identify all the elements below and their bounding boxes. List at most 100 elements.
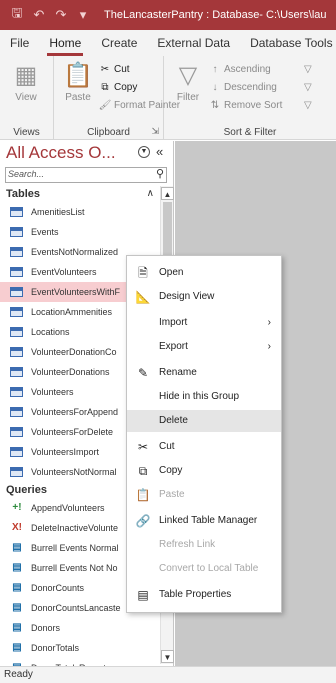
- linked-table-manager-icon: 🔗: [135, 514, 151, 528]
- nav-table-label: VolunteerDonations: [31, 367, 110, 377]
- table-icon: [10, 207, 23, 217]
- nav-query-label: Donors: [31, 623, 61, 633]
- context-menu-label: Hide in this Group: [159, 391, 240, 402]
- customize-quick-access-icon[interactable]: ▾: [72, 0, 94, 30]
- tab-database-tools[interactable]: Database Tools: [240, 32, 336, 56]
- descending-button[interactable]: ↓ Descending: [208, 80, 277, 95]
- table-properties-icon: ▤: [137, 588, 149, 602]
- nav-title[interactable]: All Access O...: [6, 143, 116, 163]
- context-menu-delete[interactable]: Delete: [127, 410, 281, 432]
- nav-table-label: VolunteersImport: [31, 447, 100, 457]
- context-menu-label: Open: [159, 267, 184, 278]
- context-menu-refresh-link[interactable]: Refresh Link: [127, 534, 281, 556]
- cut-label: Cut: [114, 64, 130, 75]
- context-menu-label: Convert to Local Table: [159, 563, 259, 574]
- tab-create[interactable]: Create: [91, 32, 147, 56]
- context-menu: 🗎 Open 📐 Design View Import › Export › ✎ Rename Hi…: [126, 255, 282, 613]
- context-menu-label: Table Properties: [159, 589, 232, 600]
- tab-external-data[interactable]: External Data: [147, 32, 240, 56]
- tab-home[interactable]: Home: [39, 32, 91, 56]
- selection-filter-icon[interactable]: ▽: [304, 62, 312, 77]
- shutter-bar-close-icon[interactable]: «: [156, 144, 163, 159]
- save-icon[interactable]: 🖫: [6, 0, 28, 30]
- context-menu-copy[interactable]: ⧉ Copy: [127, 460, 281, 482]
- context-menu-table-properties[interactable]: ▤ Table Properties: [127, 584, 281, 606]
- context-menu-label: Copy: [159, 465, 183, 476]
- nav-table-item[interactable]: AmenitiesList: [0, 202, 160, 222]
- context-menu-hide-in-this-group[interactable]: Hide in this Group: [127, 386, 281, 408]
- ascending-button[interactable]: ↑ Ascending: [208, 62, 271, 77]
- nav-table-label: VolunteersNotNormal: [31, 467, 117, 477]
- remove-sort-label: Remove Sort: [224, 100, 283, 111]
- nav-table-label: LocationAmmenities: [31, 307, 113, 317]
- table-icon: [10, 247, 23, 257]
- context-menu-paste[interactable]: 📋 Paste: [127, 484, 281, 506]
- select-query-icon: ▤: [12, 622, 22, 633]
- cut-button[interactable]: ✂ Cut: [98, 62, 130, 77]
- tab-file[interactable]: File: [0, 32, 39, 56]
- context-menu-label: Design View: [159, 291, 215, 302]
- view-button[interactable]: ▦ View: [8, 60, 44, 103]
- context-menu-rename[interactable]: ✎ Rename: [127, 362, 281, 384]
- table-icon: [10, 427, 23, 437]
- nav-table-label: Events: [31, 227, 59, 237]
- queries-header-label: Queries: [6, 484, 47, 496]
- nav-query-label: DonorCountsLancaste: [31, 603, 121, 613]
- filter-button[interactable]: ▽ Filter: [170, 60, 206, 103]
- context-menu-open[interactable]: 🗎 Open: [127, 262, 281, 284]
- toggle-filter-icon[interactable]: ▽: [304, 98, 312, 113]
- context-menu-cut[interactable]: ✂ Cut: [127, 436, 281, 458]
- undo-icon[interactable]: ↶: [28, 0, 50, 30]
- table-icon: [10, 367, 23, 377]
- clipboard-dialog-launcher-icon[interactable]: ⇲: [151, 126, 159, 137]
- status-bar: Ready: [0, 666, 336, 683]
- context-menu-design-view[interactable]: 📐 Design View: [127, 286, 281, 308]
- nav-query-label: DonorCounts: [31, 583, 85, 593]
- scroll-down-icon[interactable]: ▼: [161, 650, 174, 663]
- collapse-group-icon[interactable]: ∧: [147, 186, 154, 202]
- copy-button[interactable]: ⧉ Copy: [98, 80, 137, 95]
- redo-icon[interactable]: ↷: [50, 0, 72, 30]
- paste-button[interactable]: 📋 Paste: [60, 60, 96, 103]
- context-menu-label: Refresh Link: [159, 539, 216, 550]
- nav-table-label: VolunteersForAppend: [31, 407, 119, 417]
- delete-query-icon: X!: [12, 522, 22, 533]
- context-menu-linked-table-manager[interactable]: 🔗 Linked Table Manager: [127, 510, 281, 532]
- nav-table-item[interactable]: Events: [0, 222, 160, 242]
- select-query-icon: ▤: [12, 642, 22, 653]
- title-bar: 🖫 ↶ ↷ ▾ TheLancasterPantry : Database- C…: [0, 0, 336, 30]
- nav-query-item[interactable]: ▤DonorTotalsReport: [0, 658, 160, 666]
- context-menu-export[interactable]: Export ›: [127, 336, 281, 358]
- nav-query-item[interactable]: ▤ Donors: [0, 618, 160, 638]
- context-menu-import[interactable]: Import ›: [127, 312, 281, 334]
- nav-search-input[interactable]: Search...: [8, 169, 44, 179]
- table-icon: [10, 227, 23, 237]
- table-icon: [10, 327, 23, 337]
- table-icon: [10, 447, 23, 457]
- nav-menu-dropdown-icon[interactable]: ▼: [138, 146, 150, 158]
- tables-header-label: Tables: [6, 188, 41, 200]
- append-query-icon: +!: [12, 502, 22, 513]
- nav-query-item[interactable]: ▤ DonorTotals: [0, 638, 160, 658]
- filter-icon: ▽: [178, 62, 198, 89]
- cut-icon: ✂: [137, 440, 149, 454]
- search-icon[interactable]: ⚲: [156, 167, 164, 180]
- table-icon: [10, 267, 23, 277]
- tables-section-header[interactable]: Tables ∧: [0, 186, 160, 202]
- views-group-label: Views: [13, 127, 40, 138]
- nav-search-box[interactable]: Search... ⚲: [5, 167, 167, 183]
- select-query-icon: ▤: [12, 602, 22, 613]
- scroll-up-icon[interactable]: ▲: [161, 187, 174, 200]
- view-label: View: [15, 92, 37, 103]
- advanced-filter-icon[interactable]: ▽: [304, 80, 312, 95]
- copy-label: Copy: [114, 82, 138, 93]
- clipboard-group-label: Clipboard: [87, 127, 130, 138]
- paste-icon: 📋: [63, 62, 93, 89]
- window-title: TheLancasterPantry : Database- C:\Users\…: [104, 9, 327, 21]
- table-icon: [10, 407, 23, 417]
- descending-label: Descending: [224, 82, 277, 93]
- copy-icon: ⧉: [138, 464, 148, 478]
- remove-sort-button[interactable]: ⇅ Remove Sort: [208, 98, 283, 113]
- nav-table-label: EventsNotNormalized: [31, 247, 119, 257]
- context-menu-convert-to-local-table[interactable]: Convert to Local Table: [127, 558, 281, 580]
